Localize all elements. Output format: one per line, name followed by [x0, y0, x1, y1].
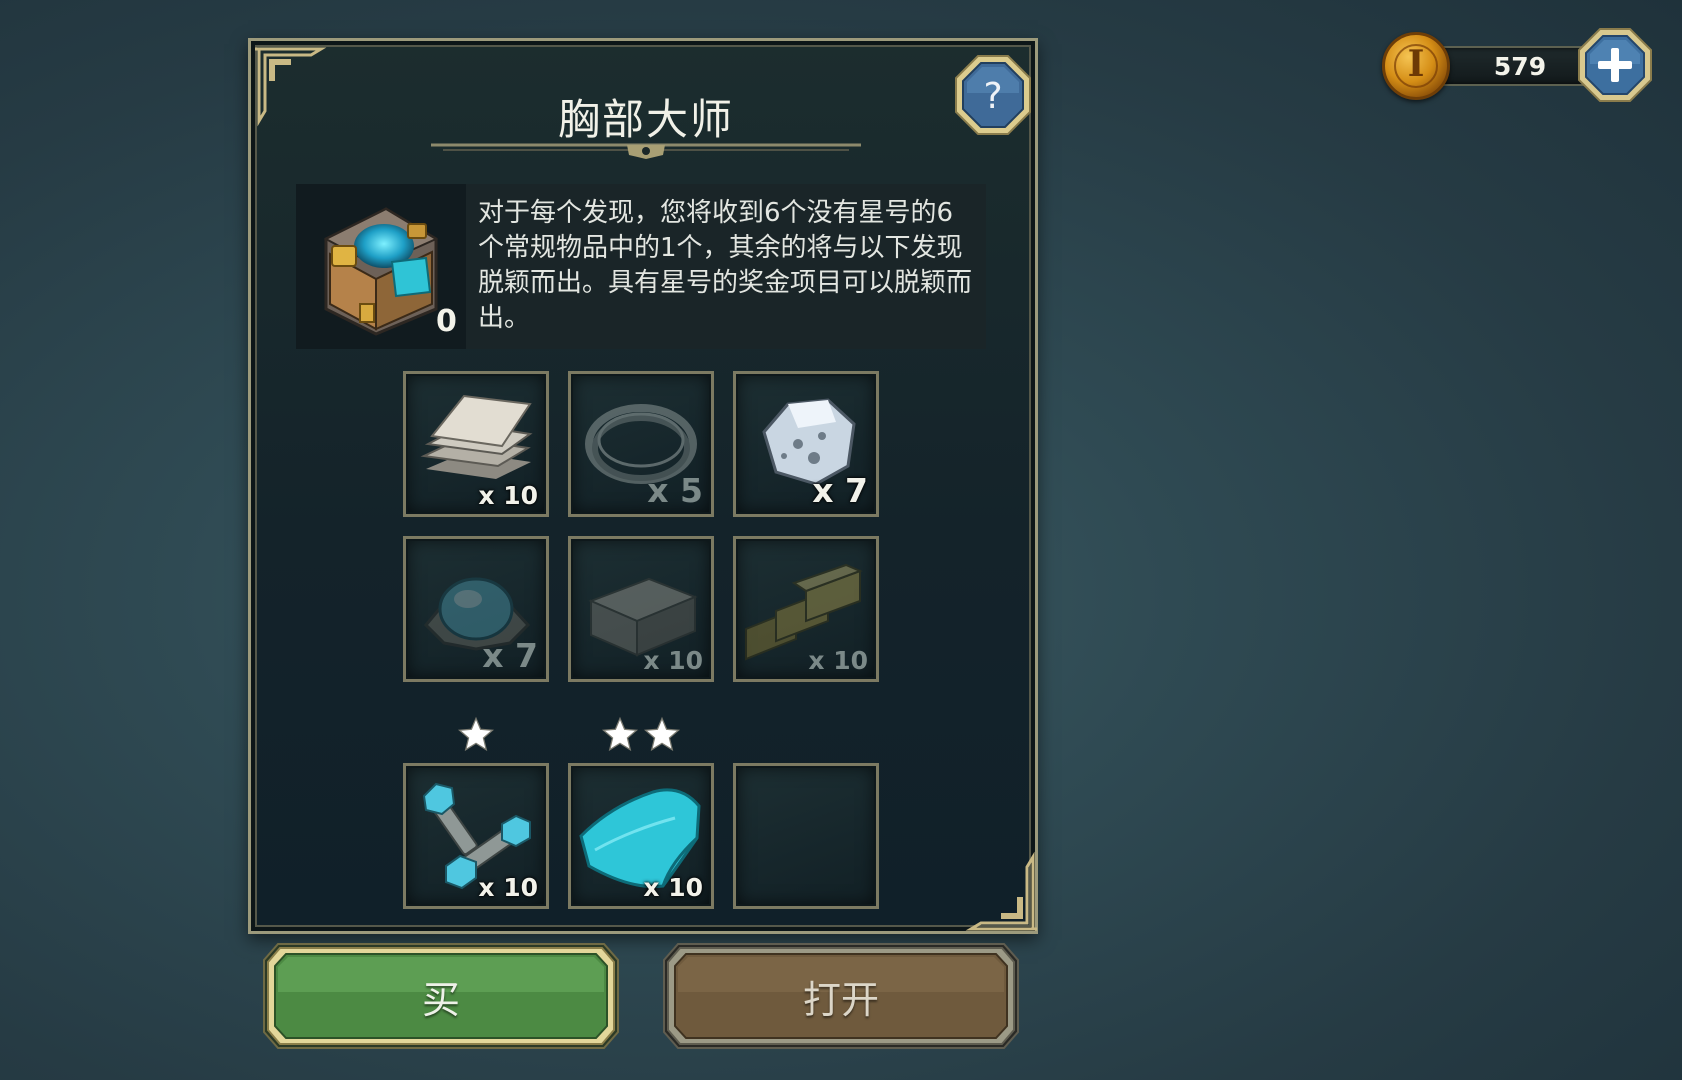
dialog-title: 胸部大师	[557, 95, 734, 144]
chest-description: 对于每个发现，您将收到6个没有星号的6个常规物品中的1个，其余的将与以下发现脱颖…	[478, 198, 973, 333]
buy-button[interactable]: 买	[262, 942, 620, 1050]
help-button[interactable]: ?	[953, 53, 1033, 137]
reward-slot-ore-chunk[interactable]: x 7	[733, 371, 879, 517]
bonus-stars-1	[403, 716, 549, 756]
currency-display: I 579	[1380, 26, 1652, 106]
help-icon: ?	[955, 55, 1031, 135]
bonus-slot-bolts[interactable]: x 10	[403, 763, 549, 909]
add-currency-button[interactable]	[1576, 26, 1654, 104]
item-quantity: x 10	[643, 646, 703, 675]
bonus-slot-empty[interactable]	[733, 763, 879, 909]
plus-icon	[1578, 28, 1652, 102]
open-button[interactable]: 打开	[662, 942, 1020, 1050]
chest-count: 0	[436, 304, 457, 339]
item-quantity: x 5	[647, 471, 703, 510]
item-quantity: x 10	[478, 481, 538, 510]
reward-slot-gold-bars[interactable]: x 10	[733, 536, 879, 682]
item-quantity: x 10	[808, 646, 868, 675]
item-quantity: x 7	[482, 636, 538, 675]
reward-slot-crystal-dome[interactable]: x 7	[403, 536, 549, 682]
reward-slot-stone-block[interactable]: x 10	[568, 536, 714, 682]
reward-slot-stone-slabs[interactable]: x 10	[403, 371, 549, 517]
chest-description-box: 0 对于每个发现，您将收到6个没有星号的6个常规物品中的1个，其余的将与以下发现…	[296, 184, 986, 349]
buy-button-label: 买	[421, 978, 460, 1022]
open-button-label: 打开	[802, 978, 879, 1022]
item-quantity: x 10	[643, 873, 703, 902]
svg-text:?: ?	[983, 76, 1002, 117]
item-quantity: x 7	[812, 471, 868, 510]
title-divider	[431, 143, 861, 159]
item-quantity: x 10	[478, 873, 538, 902]
star-icon	[457, 716, 495, 752]
chest-dialog-panel: 胸部大师 ? 0 对于每个发现，您将收到6个没有星号的6个常规物品中的1个，其余…	[248, 38, 1038, 934]
bonus-stars-2	[568, 716, 714, 756]
star-icon	[643, 716, 681, 752]
chest-tile: 0	[296, 184, 466, 349]
reward-slot-wire-coil[interactable]: x 5	[568, 371, 714, 517]
star-icon	[601, 716, 639, 752]
bonus-slot-cyan-fabric[interactable]: x 10	[568, 763, 714, 909]
